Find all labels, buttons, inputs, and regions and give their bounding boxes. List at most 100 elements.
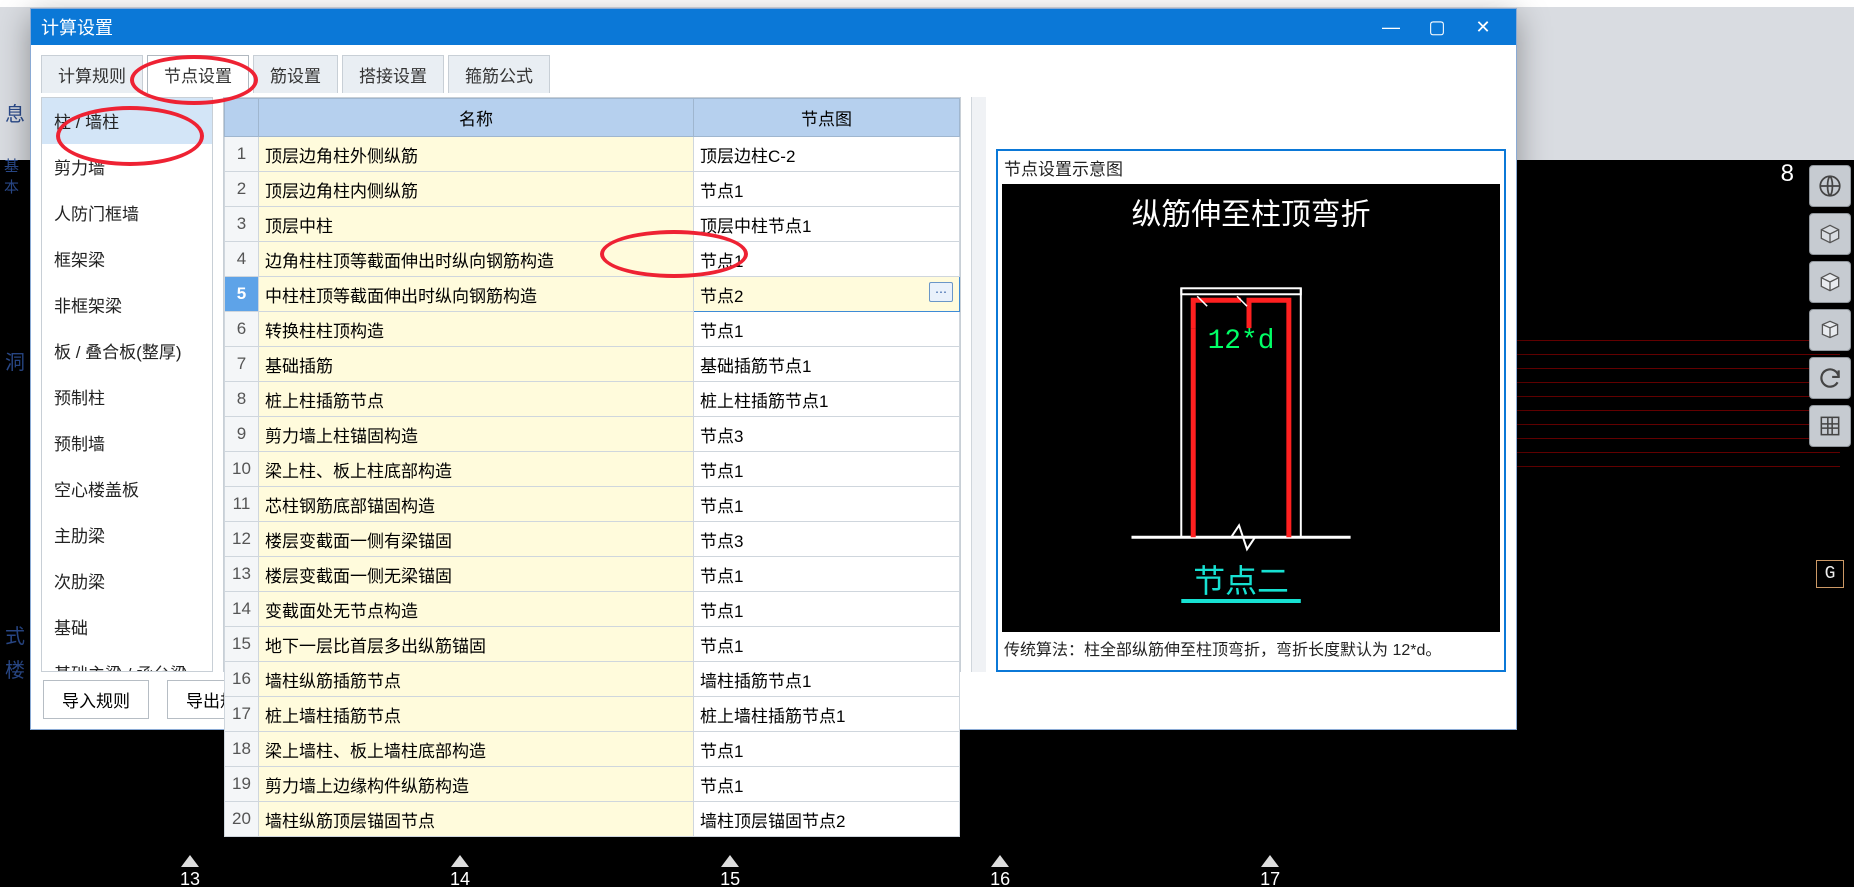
row-name[interactable]: 顶层中柱 [259,207,694,242]
tab-row: 计算规则 节点设置 筋设置 搭接设置 箍筋公式 [39,53,1508,93]
table-row[interactable]: 19剪力墙上边缘构件纵筋构造节点1 [225,767,960,802]
row-node[interactable]: 墙柱顶层锚固节点2 [694,802,960,837]
table-row[interactable]: 16墙柱纵筋插筋节点墙柱插筋节点1 [225,662,960,697]
row-node[interactable]: 节点1 [694,767,960,802]
table-row[interactable]: 13楼层变截面一侧无梁锚固节点1 [225,557,960,592]
row-node[interactable]: 节点1 [694,172,960,207]
table-row[interactable]: 20墙柱纵筋顶层锚固节点墙柱顶层锚固节点2 [225,802,960,837]
row-node[interactable]: 节点3 [694,522,960,557]
table-row[interactable]: 6转换柱柱顶构造节点1 [225,312,960,347]
row-node[interactable]: 节点2⋯ [694,277,960,312]
table-row[interactable]: 10梁上柱、板上柱底部构造节点1 [225,452,960,487]
category-item-11[interactable]: 基础 [42,604,212,650]
row-node[interactable]: 桩上墙柱插筋节点1 [694,697,960,732]
col-node[interactable]: 节点图 [694,99,960,137]
node-table[interactable]: 名称 节点图 1顶层边角柱外侧纵筋顶层边柱C-22顶层边角柱内侧纵筋节点13顶层… [223,97,961,672]
tool-3d-cube-icon[interactable] [1809,213,1851,255]
row-node[interactable]: 节点1 [694,242,960,277]
tab-stirrup-formula[interactable]: 箍筋公式 [448,55,550,93]
row-name[interactable]: 中柱柱顶等截面伸出时纵向钢筋构造 [259,277,694,312]
table-row[interactable]: 1顶层边角柱外侧纵筋顶层边柱C-2 [225,137,960,172]
row-node[interactable]: 节点3 [694,417,960,452]
category-item-4[interactable]: 非框架梁 [42,282,212,328]
tool-cube-icon[interactable] [1809,261,1851,303]
category-item-10[interactable]: 次肋梁 [42,558,212,604]
row-name[interactable]: 顶层边角柱外侧纵筋 [259,137,694,172]
minimize-button[interactable]: — [1368,9,1414,45]
row-node[interactable]: 节点1 [694,627,960,662]
tab-splice-settings[interactable]: 搭接设置 [342,55,444,93]
row-node[interactable]: 顶层边柱C-2 [694,137,960,172]
category-list[interactable]: 柱 / 墙柱剪力墙人防门框墙框架梁非框架梁板 / 叠合板(整厚)预制柱预制墙空心… [41,97,213,672]
category-item-0[interactable]: 柱 / 墙柱 [42,98,212,144]
row-node[interactable]: 墙柱插筋节点1 [694,662,960,697]
row-name[interactable]: 转换柱柱顶构造 [259,312,694,347]
table-row[interactable]: 3顶层中柱顶层中柱节点1 [225,207,960,242]
row-node[interactable]: 节点1 [694,592,960,627]
left-frag-0: 息 [4,100,26,124]
table-row[interactable]: 18梁上墙柱、板上墙柱底部构造节点1 [225,732,960,767]
tool-cube-alt-icon[interactable] [1809,309,1851,351]
tab-rebar-settings[interactable]: 筋设置 [253,55,338,93]
row-node[interactable]: 节点1 [694,452,960,487]
row-node[interactable]: 基础插筋节点1 [694,347,960,382]
row-number: 10 [225,452,259,487]
tool-grid-icon[interactable] [1809,405,1851,447]
row-name[interactable]: 地下一层比首层多出纵筋锚固 [259,627,694,662]
row-name[interactable]: 梁上柱、板上柱底部构造 [259,452,694,487]
row-name[interactable]: 桩上墙柱插筋节点 [259,697,694,732]
tab-node-settings[interactable]: 节点设置 [147,55,249,93]
dialog-titlebar[interactable]: 计算设置 — ▢ ✕ [31,9,1516,45]
table-row[interactable]: 9剪力墙上柱锚固构造节点3 [225,417,960,452]
row-name[interactable]: 芯柱钢筋底部锚固构造 [259,487,694,522]
category-item-9[interactable]: 主肋梁 [42,512,212,558]
tool-refresh-icon[interactable] [1809,357,1851,399]
maximize-button[interactable]: ▢ [1414,9,1460,45]
category-item-2[interactable]: 人防门框墙 [42,190,212,236]
table-row[interactable]: 15地下一层比首层多出纵筋锚固节点1 [225,627,960,662]
row-name[interactable]: 桩上柱插筋节点 [259,382,694,417]
category-item-8[interactable]: 空心楼盖板 [42,466,212,512]
row-node[interactable]: 节点1 [694,487,960,522]
cell-more-button[interactable]: ⋯ [929,282,953,302]
import-button[interactable]: 导入规则 [43,680,149,719]
category-item-1[interactable]: 剪力墙 [42,144,212,190]
table-row[interactable]: 2顶层边角柱内侧纵筋节点1 [225,172,960,207]
close-button[interactable]: ✕ [1460,9,1506,45]
row-node[interactable]: 节点1 [694,732,960,767]
row-name[interactable]: 墙柱纵筋插筋节点 [259,662,694,697]
row-node[interactable]: 顶层中柱节点1 [694,207,960,242]
table-row[interactable]: 12楼层变截面一侧有梁锚固节点3 [225,522,960,557]
table-scrollbar[interactable] [971,97,986,672]
row-name[interactable]: 变截面处无节点构造 [259,592,694,627]
row-name[interactable]: 剪力墙上边缘构件纵筋构造 [259,767,694,802]
table-row[interactable]: 11芯柱钢筋底部锚固构造节点1 [225,487,960,522]
table-row[interactable]: 14变截面处无节点构造节点1 [225,592,960,627]
category-item-3[interactable]: 框架梁 [42,236,212,282]
row-node[interactable]: 节点1 [694,312,960,347]
table-row[interactable]: 17桩上墙柱插筋节点桩上墙柱插筋节点1 [225,697,960,732]
col-name[interactable]: 名称 [259,99,694,137]
row-name[interactable]: 楼层变截面一侧有梁锚固 [259,522,694,557]
table-row[interactable]: 4边角柱柱顶等截面伸出时纵向钢筋构造节点1 [225,242,960,277]
left-frag-1: 基本 [4,164,26,188]
category-item-6[interactable]: 预制柱 [42,374,212,420]
row-name[interactable]: 楼层变截面一侧无梁锚固 [259,557,694,592]
tab-calc-rules[interactable]: 计算规则 [41,55,143,93]
row-name[interactable]: 边角柱柱顶等截面伸出时纵向钢筋构造 [259,242,694,277]
row-name[interactable]: 顶层边角柱内侧纵筋 [259,172,694,207]
tool-globe-icon[interactable] [1809,165,1851,207]
table-row[interactable]: 8桩上柱插筋节点桩上柱插筋节点1 [225,382,960,417]
row-node[interactable]: 节点1 [694,557,960,592]
row-name[interactable]: 基础插筋 [259,347,694,382]
category-item-5[interactable]: 板 / 叠合板(整厚) [42,328,212,374]
row-number: 6 [225,312,259,347]
table-row[interactable]: 7基础插筋基础插筋节点1 [225,347,960,382]
row-name[interactable]: 墙柱纵筋顶层锚固节点 [259,802,694,837]
table-row[interactable]: 5中柱柱顶等截面伸出时纵向钢筋构造节点2⋯ [225,277,960,312]
row-node[interactable]: 桩上柱插筋节点1 [694,382,960,417]
category-item-12[interactable]: 基础主梁 / 承台梁 [42,650,212,672]
category-item-7[interactable]: 预制墙 [42,420,212,466]
row-name[interactable]: 梁上墙柱、板上墙柱底部构造 [259,732,694,767]
row-name[interactable]: 剪力墙上柱锚固构造 [259,417,694,452]
